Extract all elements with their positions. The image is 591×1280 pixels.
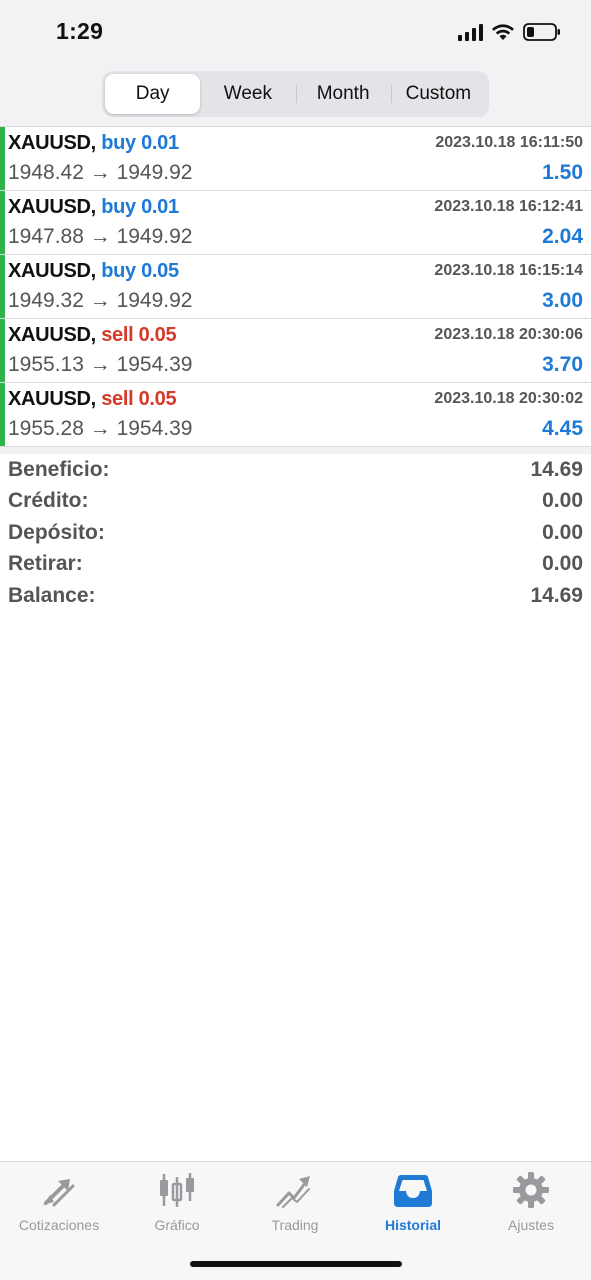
deal-status-bar <box>0 383 5 446</box>
tab-historial[interactable]: Historial <box>354 1170 472 1233</box>
summary-row-deposit: Depósito: 0.00 <box>0 517 591 549</box>
deal-profit: 1.50 <box>542 161 583 184</box>
empty-content-area <box>0 611 591 1161</box>
deal-prices: 1955.13 → 1954.39 <box>8 353 193 376</box>
tab-trading[interactable]: Trading <box>236 1170 354 1233</box>
deal-profit: 2.04 <box>542 225 583 248</box>
deal-symbol: XAUUSD, <box>8 132 96 154</box>
status-bar: 1:29 <box>0 0 591 64</box>
deals-list: XAUUSD, buy 0.01 1948.42 → 1949.92 2023.… <box>0 126 591 447</box>
tab-custom[interactable]: Custom <box>390 74 486 114</box>
deal-profit: 3.70 <box>542 353 583 376</box>
deal-symbol: XAUUSD, <box>8 196 96 218</box>
status-time: 1:29 <box>56 18 104 44</box>
summary-value: 0.00 <box>542 552 583 576</box>
wifi-icon <box>491 23 515 41</box>
tab-label: Historial <box>384 1217 441 1233</box>
summary-label: Depósito: <box>8 520 105 544</box>
summary-row-withdrawal: Retirar: 0.00 <box>0 549 591 581</box>
tab-label: Gráfico <box>154 1217 200 1233</box>
deal-row[interactable]: XAUUSD, sell 0.05 1955.13 → 1954.39 2023… <box>0 319 591 383</box>
deal-side: buy 0.05 <box>101 260 179 282</box>
deal-time: 2023.10.18 16:12:41 <box>434 198 583 215</box>
tab-day[interactable]: Day <box>105 74 201 114</box>
deal-status-bar <box>0 319 5 382</box>
summary-value: 0.00 <box>542 520 583 544</box>
deal-symbol: XAUUSD, <box>8 260 96 282</box>
battery-icon <box>523 22 561 42</box>
deal-status-bar <box>0 191 5 254</box>
inbox-tray-icon <box>393 1170 433 1210</box>
tab-label: Ajustes <box>508 1217 554 1233</box>
tab-grafico[interactable]: Gráfico <box>118 1170 236 1233</box>
deal-prices: 1948.42 → 1949.92 <box>8 161 193 184</box>
deal-profit: 3.00 <box>542 289 583 312</box>
deal-profit: 4.45 <box>542 417 583 440</box>
deal-prices: 1949.32 → 1949.92 <box>8 289 193 312</box>
tab-cotizaciones[interactable]: Cotizaciones <box>0 1170 118 1233</box>
tab-ajustes[interactable]: Ajustes <box>472 1170 590 1233</box>
tab-label: Trading <box>271 1217 319 1233</box>
cellular-signal-icon <box>458 23 483 41</box>
summary-row-profit: Beneficio: 14.69 <box>0 454 591 486</box>
deal-side: buy 0.01 <box>101 132 179 154</box>
deal-status-bar <box>0 127 5 190</box>
quotes-arrows-icon <box>40 1170 78 1210</box>
deal-side: sell 0.05 <box>101 324 177 346</box>
summary-row-balance: Balance: 14.69 <box>0 580 591 612</box>
deal-time: 2023.10.18 20:30:06 <box>434 326 583 343</box>
period-segmented-control: Day Week Month Custom <box>102 71 489 117</box>
status-icons <box>458 22 561 42</box>
deal-row[interactable]: XAUUSD, buy 0.01 1947.88 → 1949.92 2023.… <box>0 191 591 255</box>
candlestick-chart-icon <box>157 1170 197 1210</box>
summary-label: Retirar: <box>8 552 83 576</box>
deal-row[interactable]: XAUUSD, sell 0.05 1955.28 → 1954.39 2023… <box>0 383 591 447</box>
home-indicator <box>190 1261 402 1267</box>
summary-value: 14.69 <box>530 457 583 481</box>
trading-trend-icon <box>275 1170 315 1210</box>
tab-month[interactable]: Month <box>295 74 391 114</box>
deal-time: 2023.10.18 16:15:14 <box>434 262 583 279</box>
summary-value: 0.00 <box>542 489 583 513</box>
gear-icon <box>512 1170 550 1210</box>
summary-value: 14.69 <box>530 583 583 607</box>
deal-row[interactable]: XAUUSD, buy 0.01 1948.42 → 1949.92 2023.… <box>0 127 591 191</box>
summary-panel: Beneficio: 14.69 Crédito: 0.00 Depósito:… <box>0 454 591 619</box>
deal-time: 2023.10.18 20:30:02 <box>434 390 583 407</box>
deal-symbol: XAUUSD, <box>8 324 96 346</box>
deal-time: 2023.10.18 16:11:50 <box>435 134 583 151</box>
deal-side: buy 0.01 <box>101 196 179 218</box>
deal-status-bar <box>0 255 5 318</box>
deal-symbol: XAUUSD, <box>8 388 96 410</box>
deal-prices: 1955.28 → 1954.39 <box>8 417 193 440</box>
deal-row[interactable]: XAUUSD, buy 0.05 1949.32 → 1949.92 2023.… <box>0 255 591 319</box>
tab-label: Cotizaciones <box>18 1217 100 1233</box>
deal-side: sell 0.05 <box>101 388 177 410</box>
summary-row-credit: Crédito: 0.00 <box>0 486 591 518</box>
deal-prices: 1947.88 → 1949.92 <box>8 225 193 248</box>
tab-week[interactable]: Week <box>200 74 295 114</box>
summary-label: Balance: <box>8 583 96 607</box>
summary-label: Beneficio: <box>8 457 110 481</box>
summary-label: Crédito: <box>8 489 89 513</box>
